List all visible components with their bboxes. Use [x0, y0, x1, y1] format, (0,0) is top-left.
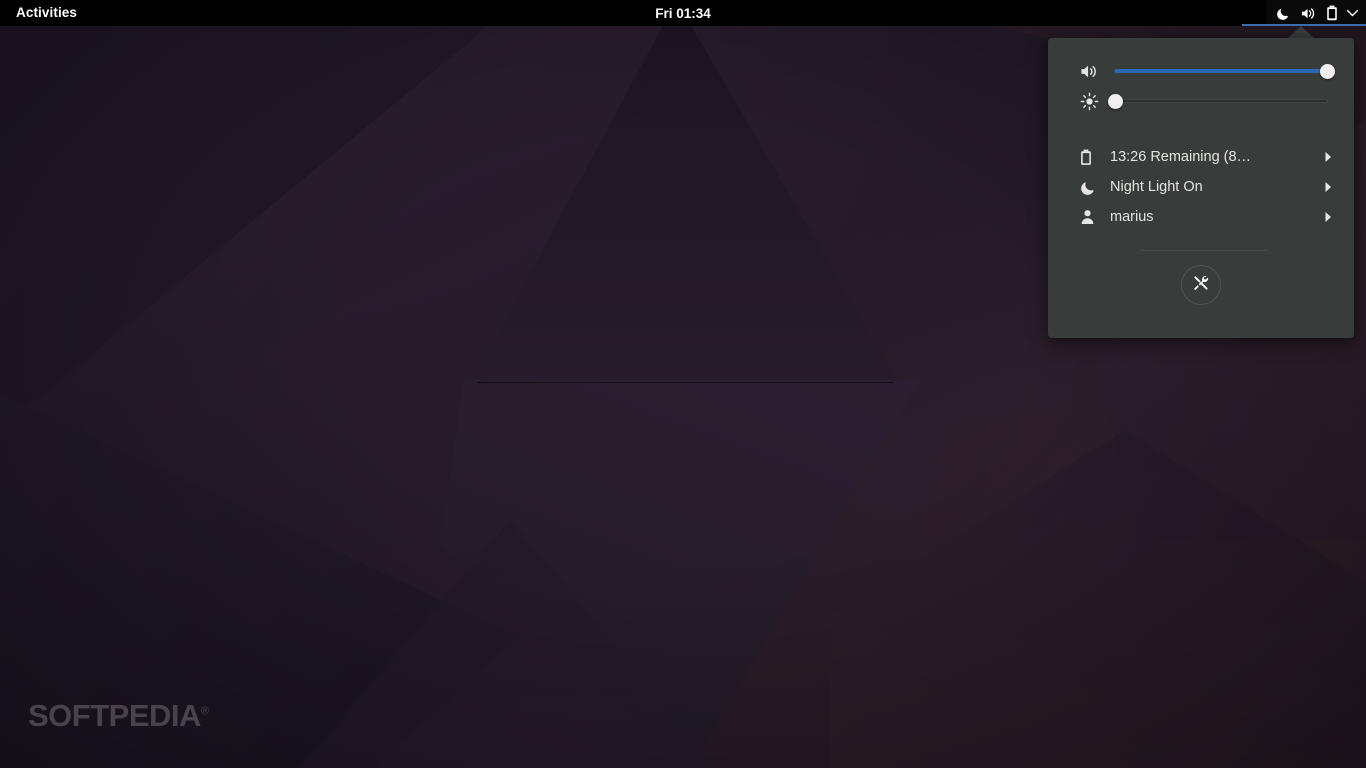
- chevron-right-icon: [1318, 211, 1332, 223]
- chevron-down-icon[interactable]: [1347, 9, 1358, 17]
- chevron-right-icon: [1318, 181, 1332, 193]
- tools-icon: [1191, 273, 1211, 298]
- system-menu-actions: [1048, 265, 1354, 305]
- battery-menu-item-label: 13:26 Remaining (8…: [1110, 149, 1252, 165]
- system-menu-popup: 13:26 Remaining (8… Night Light On mariu…: [1048, 38, 1354, 338]
- brightness-slider[interactable]: [1048, 86, 1354, 116]
- speaker-icon: [1080, 63, 1106, 80]
- battery-icon[interactable]: [1326, 5, 1338, 21]
- watermark-registered-mark: ®: [200, 705, 209, 718]
- person-icon: [1080, 209, 1106, 225]
- battery-menu-item[interactable]: 13:26 Remaining (8…: [1048, 142, 1354, 172]
- chevron-right-icon: [1318, 151, 1332, 163]
- clock-button[interactable]: Fri 01:34: [0, 6, 1366, 21]
- brightness-slider-track[interactable]: [1107, 93, 1328, 109]
- moon-icon: [1080, 179, 1106, 196]
- volume-slider-fill: [1115, 69, 1327, 73]
- brightness-slider-thumb: [1107, 93, 1123, 109]
- user-menu-item[interactable]: marius: [1048, 202, 1354, 232]
- volume-slider[interactable]: [1048, 56, 1354, 86]
- night-light-icon[interactable]: [1276, 6, 1291, 21]
- volume-slider-thumb: [1319, 63, 1335, 79]
- activities-button[interactable]: Activities: [6, 0, 87, 26]
- user-menu-item-label: marius: [1110, 209, 1154, 225]
- brightness-icon: [1080, 92, 1106, 111]
- top-bar: Activities Fri 01:34: [0, 0, 1366, 26]
- softpedia-watermark: SOFTPEDIA®: [28, 698, 209, 734]
- volume-slider-track[interactable]: [1114, 63, 1335, 79]
- night-light-menu-item[interactable]: Night Light On: [1048, 172, 1354, 202]
- system-status-area[interactable]: [1266, 0, 1366, 26]
- menu-separator: [1140, 250, 1268, 251]
- watermark-text: SOFTPEDIA: [28, 698, 201, 733]
- volume-icon[interactable]: [1300, 6, 1317, 21]
- battery-icon: [1080, 149, 1106, 166]
- settings-button[interactable]: [1181, 265, 1221, 305]
- night-light-menu-item-label: Night Light On: [1110, 179, 1203, 195]
- system-menu-list: 13:26 Remaining (8… Night Light On mariu…: [1048, 142, 1354, 232]
